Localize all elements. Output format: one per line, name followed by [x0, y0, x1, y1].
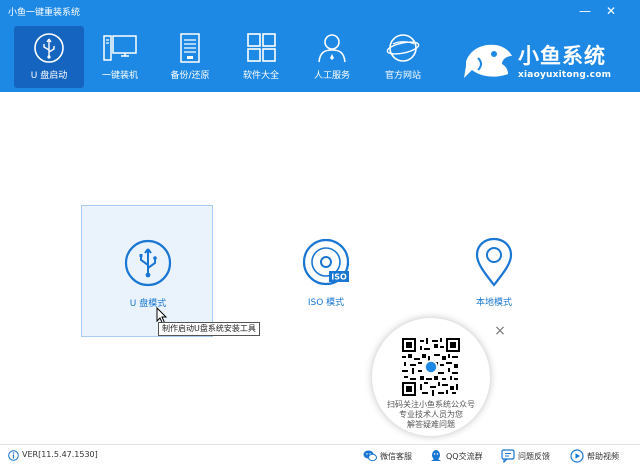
title-bar: 小鱼一键重装系统 — ✕: [0, 0, 640, 22]
qr-popup-text: 解答疑难问题: [407, 420, 455, 429]
feedback-icon: [501, 449, 515, 463]
qr-code: [402, 338, 460, 396]
location-pin-icon: [475, 237, 513, 287]
close-button[interactable]: ✕: [602, 2, 620, 20]
footer-button-label: 问题反馈: [518, 452, 550, 461]
usb-mode-tooltip: 制作启动U盘系统安装工具: [158, 322, 260, 336]
footer: VER[11.5.47.1530] 微信客服 QQ交流群 问题反馈 帮助视频: [0, 444, 640, 466]
minimize-button[interactable]: —: [576, 2, 594, 20]
mode-label: 本地模式: [475, 298, 512, 308]
nav-label: U 盘启动: [30, 71, 68, 81]
version-label: VER[11.5.47.1530]: [22, 450, 98, 459]
qr-popup-text: 专业技术人员为您: [399, 410, 463, 419]
mode-card-local[interactable]: 本地模式: [428, 205, 560, 337]
nav-item-official-site[interactable]: 官方网站: [368, 26, 438, 88]
backup-icon: [180, 33, 200, 63]
nav-label: 一键装机: [101, 71, 138, 81]
apps-grid-icon: [247, 33, 276, 62]
footer-button-label: QQ交流群: [446, 452, 483, 461]
qr-popup: 扫码关注小鱼系统公众号 专业技术人员为您 解答疑难问题: [372, 318, 490, 436]
mode-card-usb[interactable]: U 盘模式: [81, 205, 213, 337]
help-video-icon: [570, 449, 584, 463]
nav-item-usb-boot[interactable]: U 盘启动: [14, 26, 84, 88]
usb-icon: [34, 33, 64, 63]
header: 小鱼一键重装系统 — ✕ U 盘启动 一键装机 备份/还原 软件大全 人工服务 …: [0, 0, 640, 92]
qq-icon: [431, 450, 441, 461]
mode-label: ISO 模式: [307, 298, 345, 308]
svg-text:ISO: ISO: [331, 273, 347, 282]
nav-label: 软件大全: [242, 71, 279, 81]
info-icon: [8, 450, 19, 461]
computer-icon: [103, 35, 137, 61]
nav-item-one-click-install[interactable]: 一键装机: [85, 26, 155, 88]
nav-item-backup-restore[interactable]: 备份/还原: [155, 26, 225, 88]
mode-card-iso[interactable]: ISO ISO 模式: [260, 205, 392, 337]
nav-label: 官方网站: [384, 71, 421, 81]
globe-icon: [386, 34, 420, 62]
qr-popup-close-button[interactable]: ×: [493, 324, 507, 338]
fish-logo-icon: [464, 44, 512, 78]
usb-circle-icon: [124, 239, 172, 287]
nav-item-manual-service[interactable]: 人工服务: [297, 26, 367, 88]
mode-label: U 盘模式: [129, 299, 167, 309]
nav-item-software[interactable]: 软件大全: [226, 26, 296, 88]
qr-popup-text: 扫码关注小鱼系统公众号: [387, 400, 475, 409]
footer-button-label: 帮助视频: [587, 452, 619, 461]
wechat-icon: [363, 450, 377, 462]
support-person-icon: [318, 34, 346, 63]
brand-url: xiaoyuxitong.com: [518, 70, 612, 80]
iso-disc-icon: ISO: [302, 238, 350, 286]
nav-label: 备份/还原: [170, 71, 210, 81]
brand-name: 小鱼系统: [518, 44, 606, 68]
app-title: 小鱼一键重装系统: [8, 8, 81, 18]
footer-button-label: 微信客服: [380, 452, 412, 461]
brand-logo: 小鱼系统 xiaoyuxitong.com: [462, 36, 632, 84]
nav-label: 人工服务: [313, 71, 350, 81]
